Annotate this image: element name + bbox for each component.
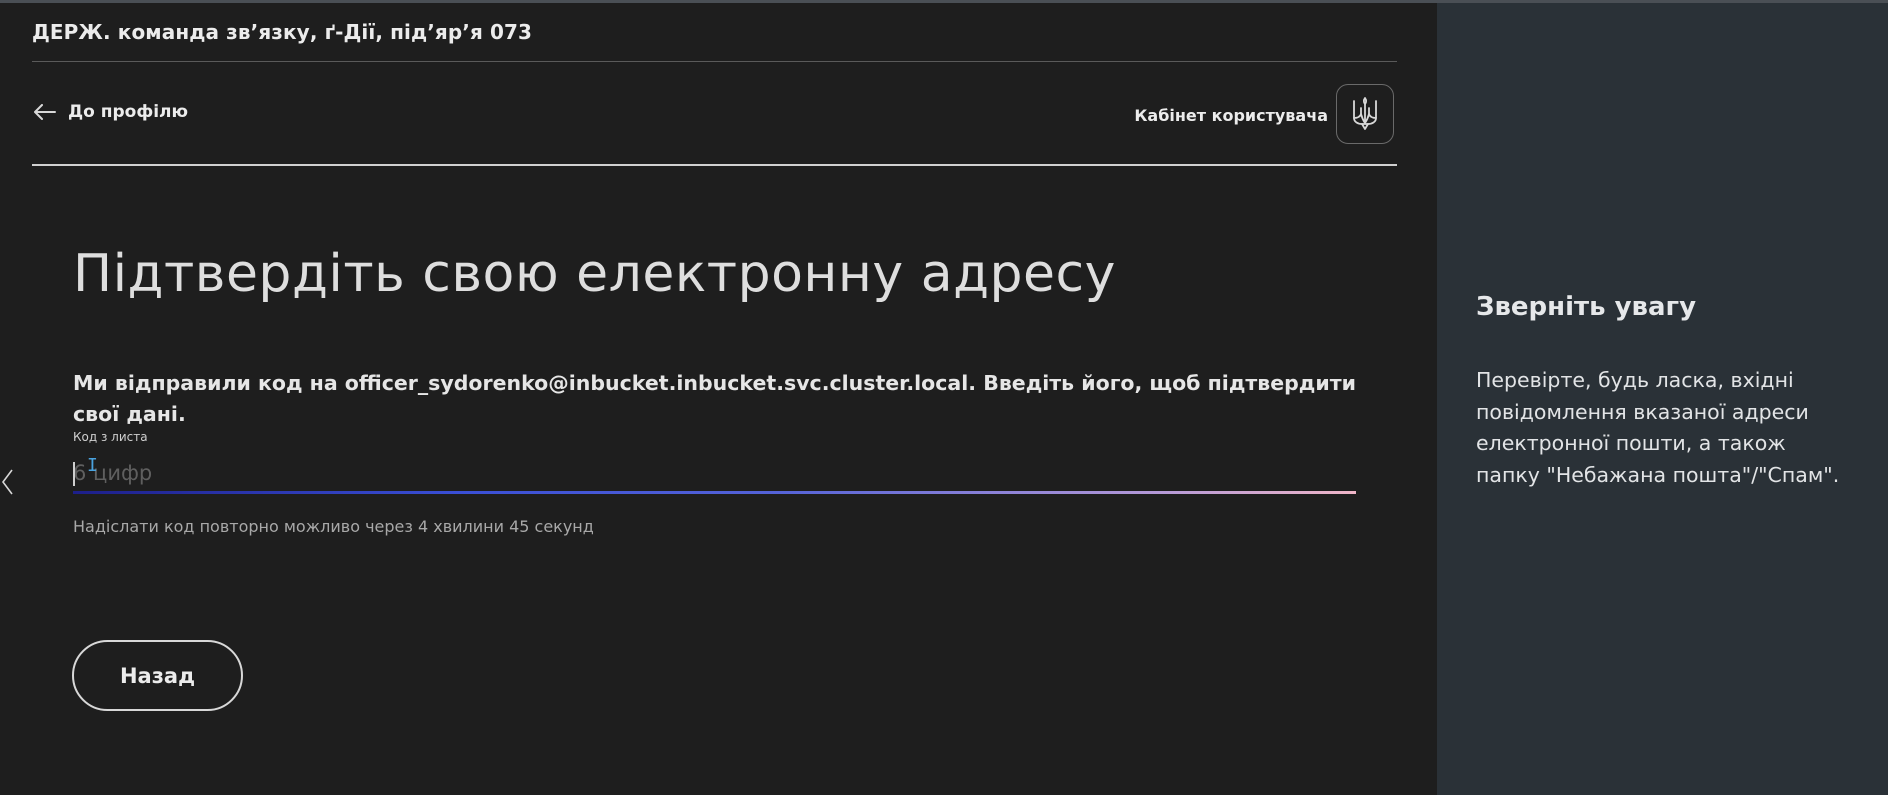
text-cursor-icon: I [87, 455, 98, 476]
back-link-label: До профілю [68, 102, 189, 122]
org-title: ДЕРЖ. команда зв’язку, ґ-Дії, під’яр’я 0… [32, 20, 533, 44]
trident-emblem-icon [1353, 97, 1377, 130]
back-to-profile-link[interactable]: До профілю [34, 102, 188, 122]
resend-code-hint: Надіслати код повторно можливо через 4 х… [73, 517, 594, 536]
back-button[interactable]: Назад [72, 640, 243, 711]
cabinet-label: Кабінет користувача [1134, 106, 1328, 125]
header-divider [32, 61, 1397, 62]
aside-text: Перевірте, будь ласка, вхідні повідомлен… [1476, 368, 1840, 487]
confirmation-description: Ми відправили код на officer_sydorenko@i… [73, 371, 1356, 426]
text-caret [73, 462, 75, 486]
arrow-left-icon [34, 104, 56, 120]
code-field-label: Код з листа [73, 430, 148, 444]
nav-divider [32, 164, 1397, 166]
verification-code-input[interactable] [73, 455, 1356, 491]
user-cabinet-button[interactable] [1336, 84, 1394, 144]
chevron-left-icon[interactable] [0, 468, 16, 496]
aside-heading: Зверніть увагу [1476, 292, 1697, 322]
code-input-underline [73, 491, 1356, 494]
page-title: Підтвердіть свою електронну адресу [73, 244, 1116, 304]
